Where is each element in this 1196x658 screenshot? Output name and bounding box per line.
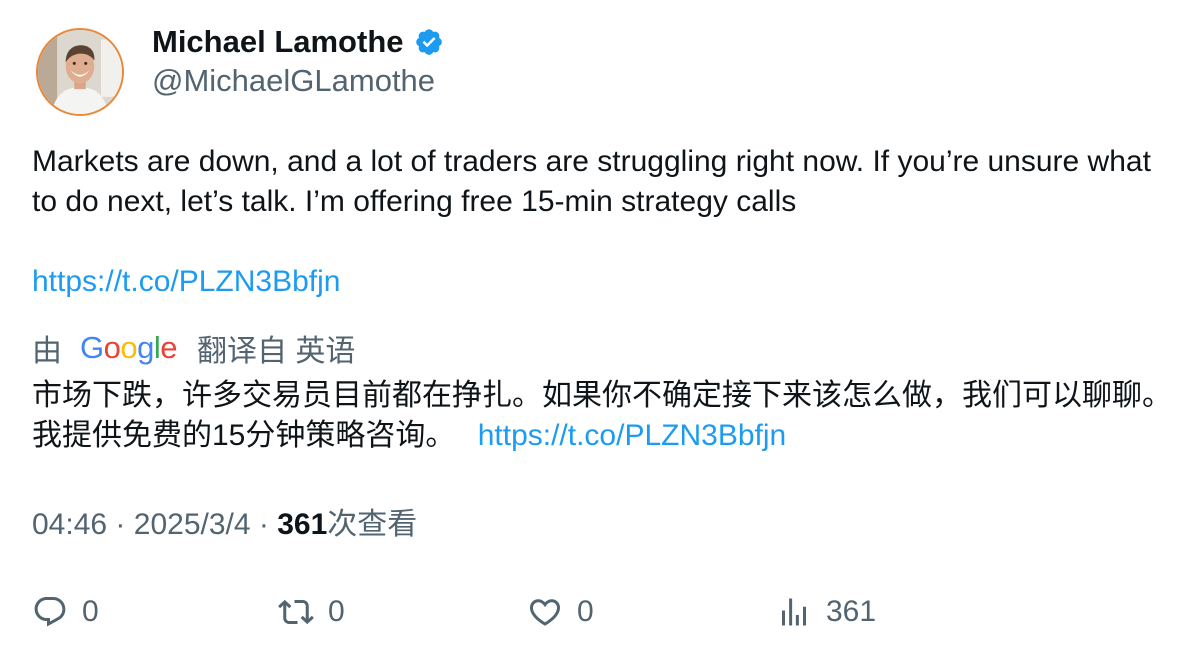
views-label: 次查看 [327, 508, 418, 541]
reply-button[interactable]: 0 [32, 588, 99, 636]
action-bar: 0 0 0 361 [0, 588, 1196, 636]
views-action-count: 361 [826, 595, 877, 628]
like-button[interactable]: 0 [527, 588, 594, 636]
author-name-row[interactable]: Michael Lamothe [152, 22, 444, 62]
tweet-link[interactable]: https://t.co/PLZN3Bbfjn [32, 262, 340, 302]
translated-by-label: 由 [32, 335, 62, 368]
meta-separator: · [115, 508, 126, 541]
retweet-icon [278, 599, 314, 625]
translated-body: 市场下跌，许多交易员目前都在挣扎。如果你不确定接下来该怎么做，我们可以聊聊。我提… [32, 376, 1172, 456]
profile-photo-icon [38, 30, 122, 114]
translated-from-label: 翻译自 英语 [197, 335, 356, 368]
verified-badge-icon[interactable] [414, 27, 444, 57]
tweet-body: Markets are down, and a lot of traders a… [32, 142, 1172, 222]
retweet-button[interactable]: 0 [278, 588, 345, 636]
analytics-icon [782, 598, 806, 626]
tweet-date[interactable]: 2025/3/4 [134, 508, 251, 541]
heart-icon [529, 599, 561, 626]
avatar[interactable] [36, 28, 124, 116]
google-logo: Google [80, 330, 178, 365]
like-count: 0 [577, 595, 594, 628]
retweet-count: 0 [328, 595, 345, 628]
tweet-time[interactable]: 04:46 [32, 508, 107, 541]
views-button[interactable]: 361 [776, 588, 876, 636]
reply-count: 0 [82, 595, 99, 628]
translated-link[interactable]: https://t.co/PLZN3Bbfjn [478, 419, 786, 452]
reply-icon [34, 597, 66, 627]
author-handle[interactable]: @MichaelGLamothe [152, 62, 435, 100]
translation-attribution: 由 Google 翻译自 英语 [32, 328, 355, 368]
tweet-meta: 04:46 · 2025/3/4 · 361次查看 [32, 505, 417, 545]
views-count: 361 [277, 508, 328, 541]
meta-separator: · [258, 508, 269, 541]
author-display-name[interactable]: Michael Lamothe [152, 22, 404, 62]
tweet-text: Markets are down, and a lot of traders a… [32, 145, 1151, 218]
